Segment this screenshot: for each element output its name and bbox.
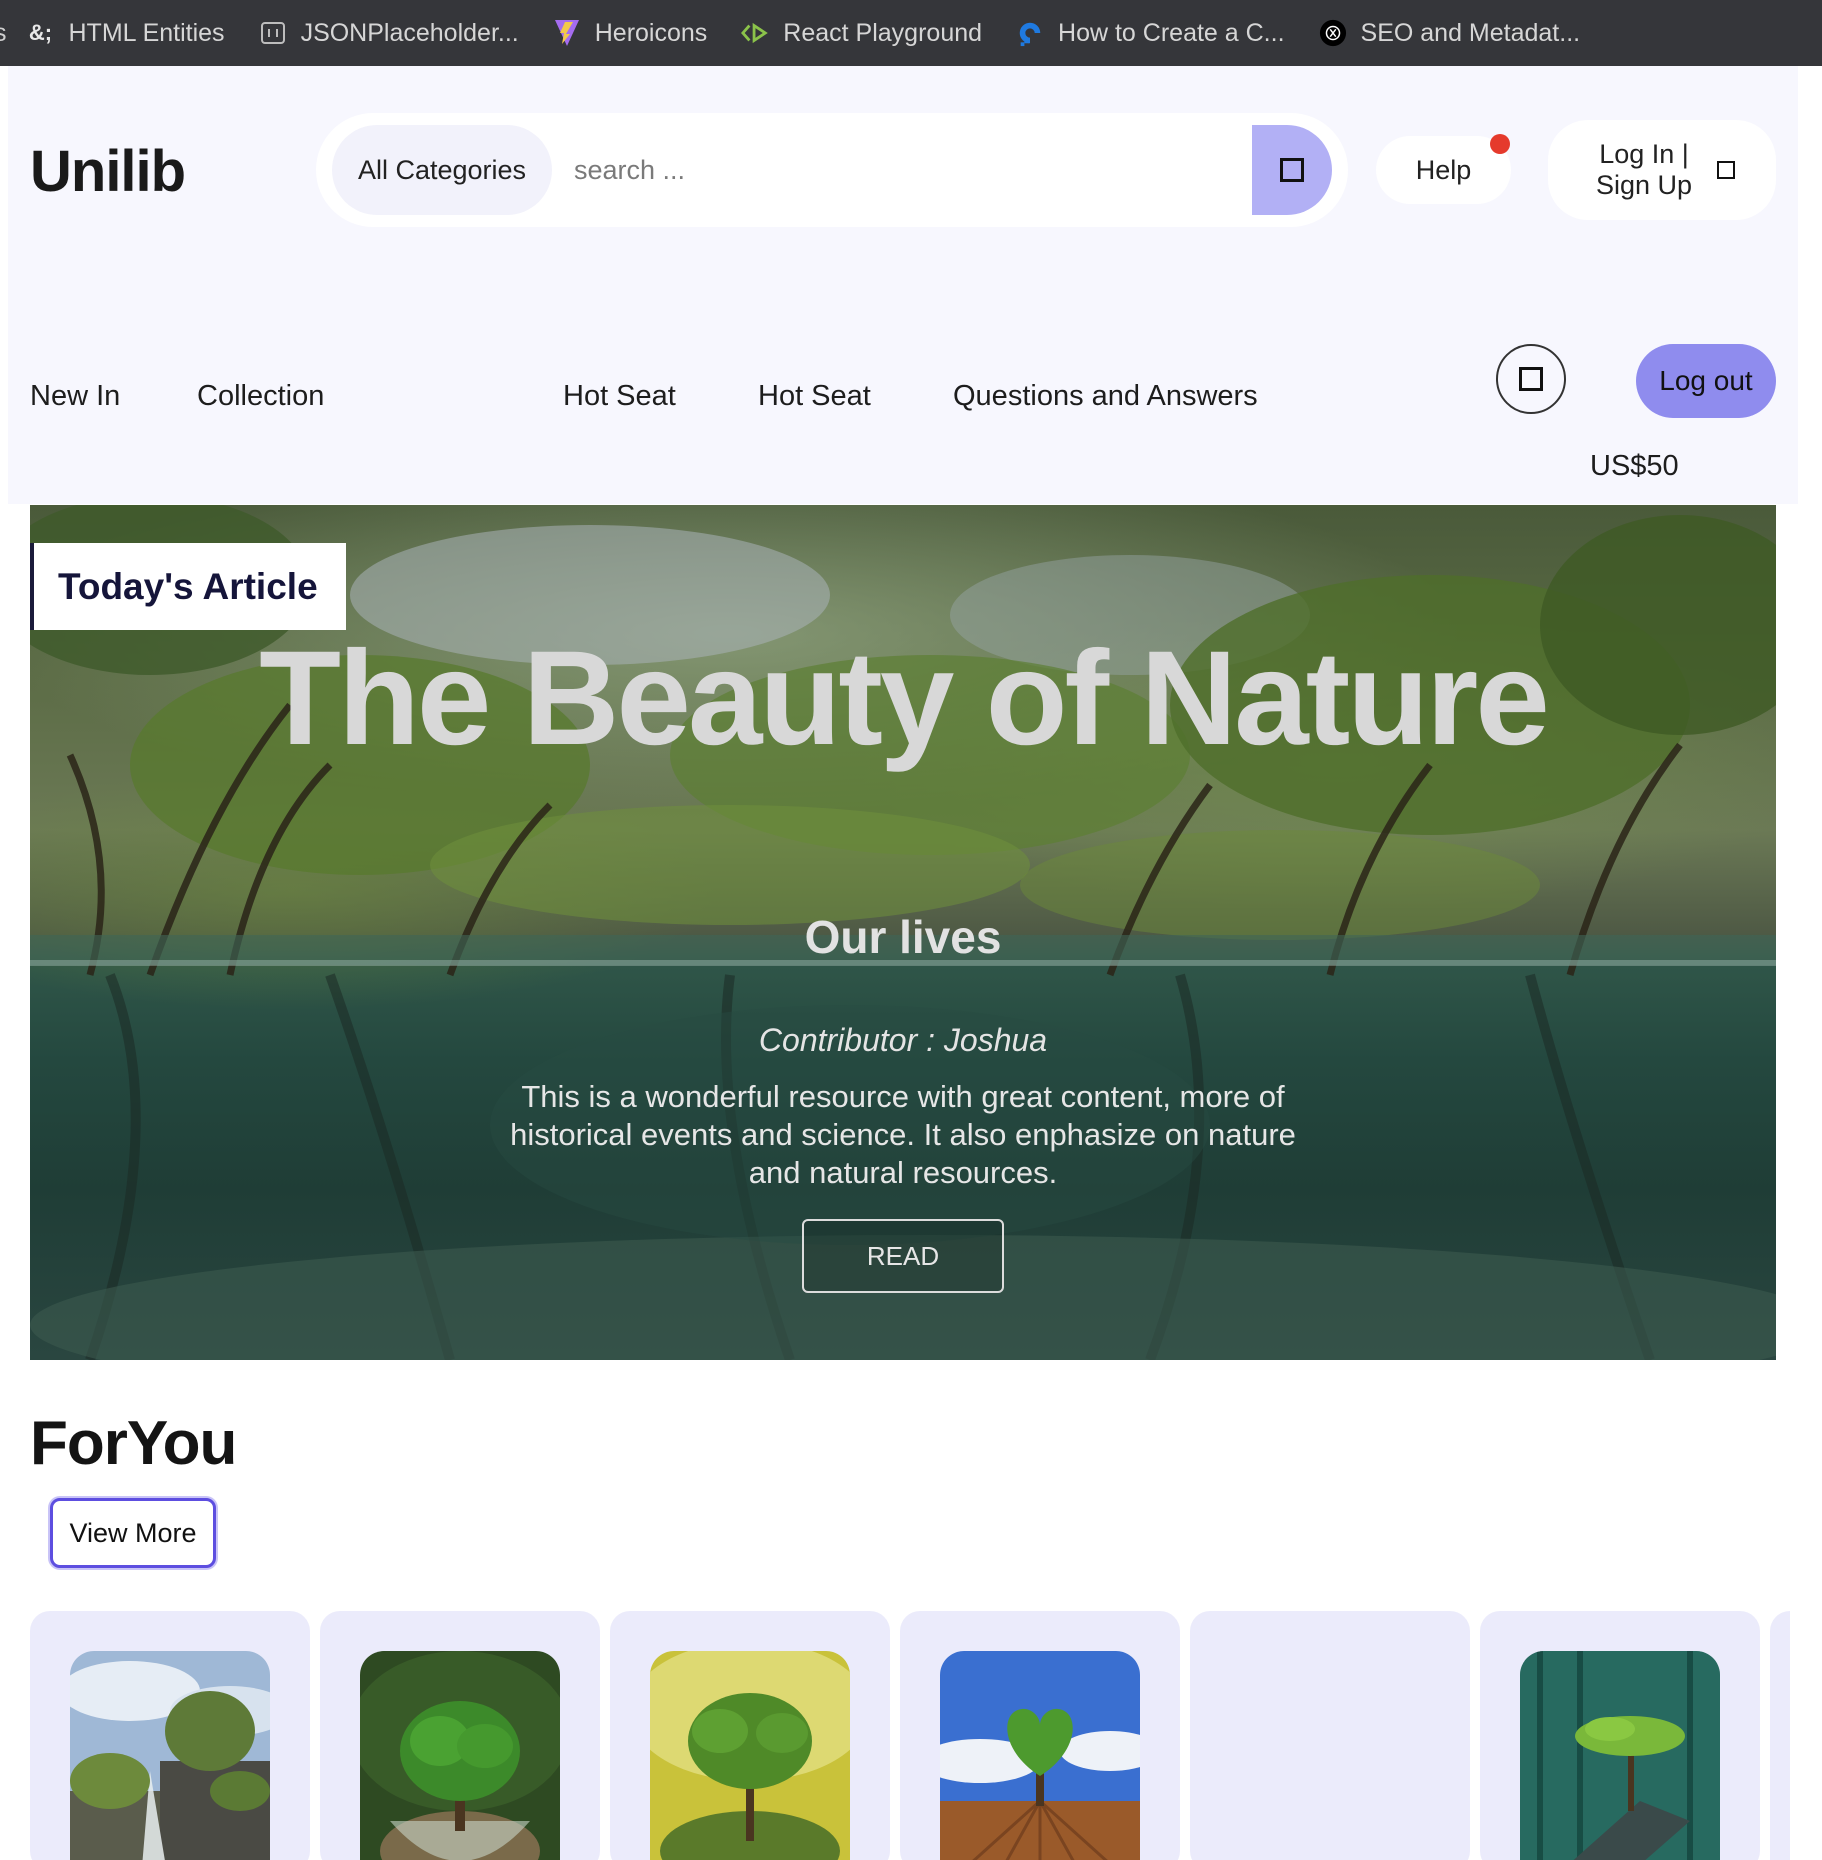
notification-dot xyxy=(1490,134,1510,154)
foryou-card[interactable] xyxy=(30,1611,310,1860)
heroicons-logo-icon xyxy=(553,19,581,47)
card-image-heart-tree xyxy=(940,1651,1140,1860)
nav-collection[interactable]: Collection xyxy=(197,380,324,413)
card-image-tree-globe xyxy=(360,1651,560,1860)
bookmark-label: Heroicons xyxy=(594,18,708,47)
square-icon xyxy=(1717,161,1735,179)
account-balance: US$50 xyxy=(1590,450,1679,482)
search-input[interactable] xyxy=(574,130,1234,210)
nav-questions-answers[interactable]: Questions and Answers xyxy=(953,380,1258,413)
logout-button[interactable]: Log out xyxy=(1636,344,1776,418)
view-more-button[interactable]: View More xyxy=(50,1498,216,1568)
bookmark-label: SEO and Metadat... xyxy=(1360,18,1581,47)
login-signup-button[interactable]: Log In | Sign Up xyxy=(1548,120,1776,220)
hero-description: This is a wonderful resource with great … xyxy=(510,1079,1296,1190)
hero-contributor: Contributor : Joshua xyxy=(758,1022,1048,1058)
todays-article-tag: Today's Article xyxy=(30,543,346,630)
bookmark-partial-label[interactable]: s xyxy=(0,19,7,48)
bookmark-html-entities[interactable]: &; HTML Entities xyxy=(27,19,225,48)
hero-title: The Beauty of Nature xyxy=(259,624,1550,773)
bookmark-label: JSONPlaceholder... xyxy=(300,18,519,47)
digitalocean-icon xyxy=(1016,19,1044,47)
bookmark-heroicons[interactable]: Heroicons xyxy=(553,18,708,48)
nav-hot-seat-2[interactable]: Hot Seat xyxy=(758,380,871,413)
bookmark-react-playground[interactable]: React Playground xyxy=(741,19,982,48)
hero-subtitle: Our lives xyxy=(804,911,1002,963)
bookmarks-bar: s &; HTML Entities JSONPlaceholder... He… xyxy=(0,0,1822,66)
bookmark-label: React Playground xyxy=(783,18,983,47)
black-circle-logo-icon xyxy=(1319,19,1347,47)
icon-circle-button[interactable] xyxy=(1496,344,1566,414)
category-dropdown[interactable]: All Categories xyxy=(332,125,552,215)
foryou-card[interactable] xyxy=(610,1611,890,1860)
square-icon xyxy=(1280,158,1304,182)
bookmark-how-to-create[interactable]: How to Create a C... xyxy=(1016,18,1285,48)
card-image-tree-rock xyxy=(1520,1651,1720,1860)
json-icon xyxy=(259,19,287,47)
bookmark-jsonplaceholder[interactable]: JSONPlaceholder... xyxy=(259,19,519,48)
read-button[interactable]: READ xyxy=(802,1219,1004,1293)
card-image-waterfall xyxy=(70,1651,270,1860)
square-icon xyxy=(1519,367,1543,391)
nav-hot-seat[interactable]: Hot Seat xyxy=(563,380,676,413)
site-logo[interactable]: Unilib xyxy=(30,138,186,205)
foryou-card-partial xyxy=(1770,1611,1790,1860)
card-image-tree-moss xyxy=(650,1651,850,1860)
foryou-card[interactable] xyxy=(1190,1611,1470,1860)
foryou-heading: ForYou xyxy=(30,1409,237,1478)
bookmark-label: How to Create a C... xyxy=(1058,18,1285,47)
foryou-card[interactable] xyxy=(320,1611,600,1860)
bookmark-label: HTML Entities xyxy=(68,18,225,47)
ampersand-icon: &; xyxy=(28,20,53,45)
login-label: Log In | Sign Up xyxy=(1595,139,1693,200)
foryou-card[interactable] xyxy=(900,1611,1180,1860)
foryou-card[interactable] xyxy=(1480,1611,1760,1860)
code-arrow-icon xyxy=(741,19,769,47)
nav-new-in[interactable]: New In xyxy=(30,380,120,413)
bookmark-seo-metadata[interactable]: SEO and Metadat... xyxy=(1319,18,1581,48)
